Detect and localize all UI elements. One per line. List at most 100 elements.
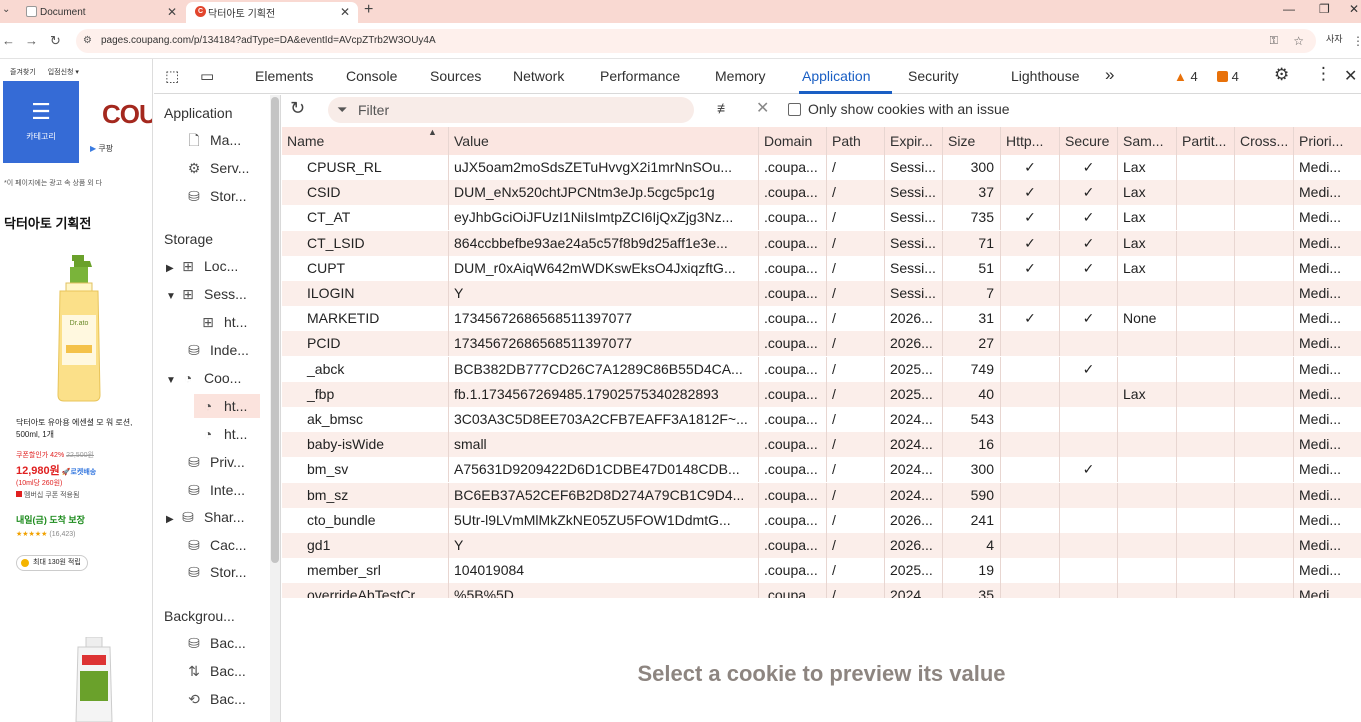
sidebar-item-storage-buckets[interactable]: ⛁ Stor... [184, 560, 246, 584]
tab-application[interactable]: Application [802, 68, 871, 84]
sidebar-scrollbar-thumb[interactable] [271, 97, 279, 563]
cookie-row[interactable]: PCID 17345672686568511397077 .coupa.../202… [282, 331, 1361, 357]
more-tabs-icon[interactable]: » [1105, 65, 1114, 85]
site-info-icon[interactable]: ⚙ [83, 29, 92, 53]
column-header[interactable]: Priori... [1293, 127, 1361, 155]
close-devtools-icon[interactable]: ✕ [1344, 66, 1357, 86]
column-header[interactable]: Size [942, 127, 1000, 155]
column-header[interactable]: Cross... [1234, 127, 1293, 155]
sidebar-item-local-storage[interactable]: ▶ ⊞ Loc... [166, 254, 238, 278]
sidebar-item-service-workers[interactable]: ⚙ Serv... [184, 156, 250, 180]
sidebar-item-cookies[interactable]: ▼ ◔ Coo... [166, 366, 241, 390]
cookie-row[interactable]: CUPT DUM_r0xAiqW642mWDKswEksO4JxiqzftG...… [282, 255, 1361, 281]
clear-all-cookies-icon[interactable]: ≢ [717, 100, 731, 116]
sidebar-item-cache-storage[interactable]: ⛁ Cac... [184, 533, 246, 557]
column-header[interactable]: Expir... [884, 127, 942, 155]
sidebar-item-session-storage[interactable]: ▼ ⊞ Sess... [166, 282, 247, 306]
sidebar-item-cookie-origin-selected[interactable]: ◔ ht... [194, 394, 260, 418]
tab-elements[interactable]: Elements [255, 68, 313, 84]
sidebar-item-interest-groups[interactable]: ⛁ Inte... [184, 478, 245, 502]
browser-menu-icon[interactable]: ⋮ [1352, 34, 1361, 48]
cookie-row[interactable]: cto_bundle 5Utr-l9LVmMlMkZkNE05ZU5FOW1Ddm… [282, 507, 1361, 533]
browser-tab-document[interactable]: Document ✕ [0, 2, 185, 23]
bookmark-link[interactable]: 즐겨찾기 [10, 69, 36, 76]
sidebar-item-private-state-tokens[interactable]: ⛁ Priv... [184, 450, 245, 474]
bookmark-star-icon[interactable]: ☆ [1293, 29, 1304, 53]
product-name[interactable]: 닥터아토 유아용 에센셜 모 워 로션, 500ml, 1개 [16, 417, 148, 441]
address-bar[interactable]: ⚙ pages.coupang.com/p/134184?adType=DA&e… [76, 29, 1316, 53]
extension-icon[interactable]: 사자 [1326, 32, 1343, 45]
tab-sources[interactable]: Sources [430, 68, 481, 84]
tab-network[interactable]: Network [513, 68, 564, 84]
category-button[interactable]: ☰ 카테고리 [3, 81, 79, 163]
column-header[interactable]: Partit... [1176, 127, 1234, 155]
inspect-element-icon[interactable]: ⬚ [165, 67, 179, 85]
cookie-row[interactable]: CPUSR_RL uJX5oam2moSdsZETuHvvgX2i1mrNnSOu… [282, 155, 1361, 180]
tab-console[interactable]: Console [346, 68, 397, 84]
filter-input[interactable]: ⏷ Filter [328, 97, 694, 123]
column-header[interactable]: Path [826, 127, 884, 155]
product-image-2[interactable] [72, 637, 116, 722]
password-key-icon[interactable]: ⚿ [1270, 29, 1278, 53]
warnings-counter[interactable]: ▲ 4 [1174, 69, 1198, 84]
device-toolbar-icon[interactable]: ▭ [200, 67, 214, 85]
tab-performance[interactable]: Performance [600, 68, 680, 84]
tab-memory[interactable]: Memory [715, 68, 766, 84]
checkbox-box[interactable] [788, 103, 801, 116]
cookie-row[interactable]: bm_sz BC6EB37A52CEF6B2D8D274A79CB1C9D4...… [282, 482, 1361, 508]
cookie-row[interactable]: CT_LSID 864ccbbefbe93ae24a5c57f8b9d25aff1… [282, 230, 1361, 256]
cookie-row[interactable]: _fbp fb.1.1734567269485.17902575340282893… [282, 381, 1361, 407]
column-header[interactable]: Sam... [1117, 127, 1176, 155]
coupang-logo[interactable]: COU [102, 99, 152, 130]
sidebar-item-manifest[interactable]: 🗋 Ma... [184, 128, 241, 152]
forward-icon[interactable]: → [25, 33, 38, 48]
delete-selected-icon[interactable]: ✕ [756, 98, 769, 118]
sidebar-item-shared-storage[interactable]: ▶ ⛁ Shar... [166, 505, 244, 529]
cookie-row[interactable]: CSID DUM_eNx520chtJPCNtm3eJp.5cgc5pc1g .co… [282, 180, 1361, 206]
only-issues-checkbox[interactable]: Only show cookies with an issue [788, 101, 1010, 117]
sidebar-item-back-forward-cache[interactable]: ⛁ Bac... [184, 631, 246, 655]
column-header[interactable]: Secure [1059, 127, 1117, 155]
minimize-icon[interactable]: — [1283, 2, 1295, 16]
browser-tab-active[interactable]: C 닥터아토 기획전 ✕ [186, 2, 358, 23]
new-tab-icon[interactable]: + [364, 1, 373, 19]
cookie-row[interactable]: MARKETID 17345672686568511397077 .coupa...… [282, 306, 1361, 332]
column-header[interactable]: Domain [758, 127, 826, 155]
cookie-row[interactable]: ak_bmsc 3C03A3C5D8EE703A2CFB7EAFF3A1812F~… [282, 407, 1361, 432]
sidebar-item-storage-overview[interactable]: ⛁ Stor... [184, 184, 246, 208]
column-header[interactable]: Value [448, 127, 758, 155]
product-image[interactable]: Dr.ato [30, 255, 126, 405]
seller-link[interactable]: 입점신청 ▾ [48, 69, 79, 76]
sidebar-item-indexeddb[interactable]: ⛁ Inde... [184, 338, 249, 362]
column-header[interactable]: Http... [1000, 127, 1059, 155]
cookie-row[interactable]: CT_AT eyJhbGciOiJFUzI1NiIsImtpZCI6IjQxZjg… [282, 205, 1361, 231]
issues-counter[interactable]: 4 [1217, 69, 1239, 84]
sidebar-item-session-origin[interactable]: ⊞ ht... [198, 310, 247, 334]
cookie-row[interactable]: ILOGIN Y .coupa... / Sessi... 7 Medi... [282, 281, 1361, 306]
cookie-row[interactable]: bm_sv A75631D9209422D6D1CDBE47D0148CDB...… [282, 457, 1361, 483]
cookie-row[interactable]: baby-isWide small .coupa.../2024... 16 Medi.… [282, 432, 1361, 458]
cookie-cell-secure: ✓ [1059, 205, 1117, 231]
refresh-icon[interactable]: ↻ [290, 98, 305, 119]
sidebar-item-background-sync[interactable]: ⟲ Bac... [184, 687, 246, 711]
cookie-cell-secure [1059, 533, 1117, 558]
sidebar-item-cookie-origin[interactable]: ◔ ht... [198, 422, 248, 446]
coupang-play-link[interactable]: ▶ 쿠팡 [90, 143, 113, 154]
devtools-menu-icon[interactable]: ⋮ [1315, 64, 1332, 84]
close-window-icon[interactable]: ✕ [1349, 2, 1359, 16]
restore-icon[interactable]: ❐ [1319, 2, 1330, 16]
cookie-row[interactable]: member_srl 104019084 .coupa.../2025... 19 Me… [282, 558, 1361, 584]
reload-icon[interactable]: ↻ [50, 33, 61, 49]
column-header[interactable]: Name [282, 127, 448, 155]
sort-ascending-icon[interactable]: ▲ [428, 127, 437, 137]
cookie-row[interactable]: gd1 Y .coupa.../2026... 4 Medi... [282, 533, 1361, 558]
settings-gear-icon[interactable]: ⚙ [1274, 65, 1289, 85]
tab-lighthouse[interactable]: Lighthouse [1011, 68, 1080, 84]
cookie-row[interactable]: overrideAbTestCr... %5B%5D .coupa.../2024.… [282, 583, 1361, 598]
tab-security[interactable]: Security [908, 68, 959, 84]
close-tab-icon[interactable]: ✕ [167, 5, 177, 19]
close-tab-icon[interactable]: ✕ [340, 5, 350, 19]
back-icon[interactable]: ← [2, 33, 15, 48]
cookie-row[interactable]: _abck BCB382DB777CD26C7A1289C86B55D4CA...… [282, 356, 1361, 382]
sidebar-item-background-fetch[interactable]: ⇅ Bac... [184, 659, 246, 683]
